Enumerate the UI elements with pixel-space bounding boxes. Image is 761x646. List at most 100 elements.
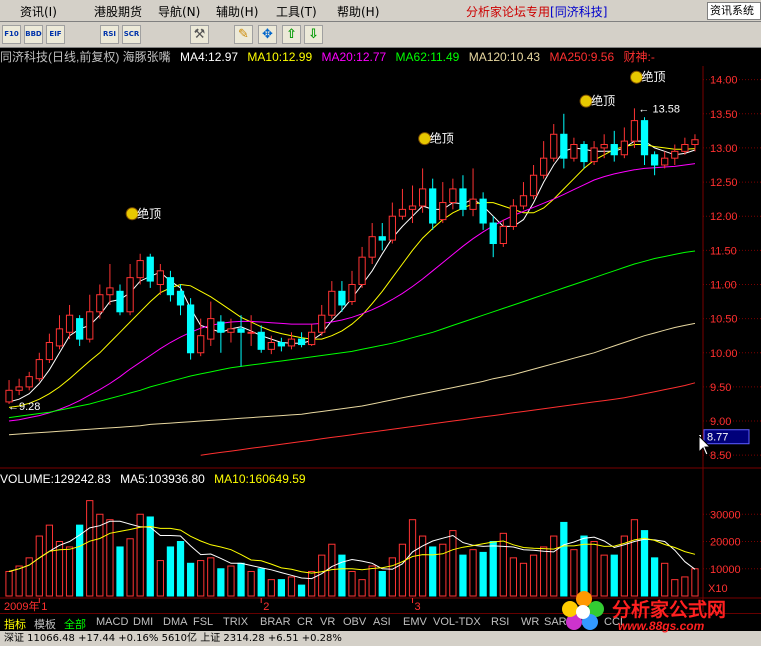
volume-bar xyxy=(540,546,548,597)
price-tick-label: 12.50 xyxy=(710,177,738,189)
candle-body xyxy=(35,359,43,380)
volume-bar xyxy=(499,532,507,597)
menu-item-info[interactable]: 资讯(I) xyxy=(20,3,57,20)
tab-trix[interactable]: TRIX xyxy=(223,616,248,628)
volume-bar xyxy=(166,546,175,597)
candle-body xyxy=(318,314,326,333)
menu-item-hk-futures[interactable]: 港股期货 xyxy=(94,3,142,20)
tab-obv[interactable]: OBV xyxy=(343,616,366,628)
candle-body xyxy=(45,342,54,361)
volume-bar xyxy=(207,557,215,597)
candle-body xyxy=(671,150,679,159)
menu-item-navigate[interactable]: 导航(N) xyxy=(158,3,200,20)
candle-body xyxy=(560,133,568,159)
arrow-up-icon[interactable]: ⇧ xyxy=(282,25,301,44)
volume-info-bar: VOLUME:129242.83 MA5:103936.80 MA10:1606… xyxy=(0,471,700,487)
info-system-button[interactable]: 资讯系统 xyxy=(707,2,761,20)
month-label: 2 xyxy=(263,601,269,613)
candle-body xyxy=(217,321,225,333)
signal-label: 绝顶 xyxy=(591,93,615,108)
tab-macd[interactable]: MACD xyxy=(96,616,128,628)
arrow-down-icon[interactable]: ⇩ xyxy=(304,25,323,44)
eif-button[interactable]: EIF xyxy=(46,25,65,44)
candle-body xyxy=(691,139,699,146)
candle-body xyxy=(186,304,195,354)
volume-bar xyxy=(106,519,114,597)
scr-button[interactable]: SCR xyxy=(122,25,141,44)
tab-vr[interactable]: VR xyxy=(320,616,335,628)
year-label: 2009年 xyxy=(4,599,39,613)
ma250-value: MA250:9.56 xyxy=(549,50,615,64)
candle-body xyxy=(106,287,114,296)
candle-body xyxy=(237,328,245,333)
ma4-value: MA4:12.97 xyxy=(180,50,239,64)
pencil-icon[interactable]: ✎ xyxy=(234,25,253,44)
volume-bar xyxy=(197,560,205,597)
menu-item-tools[interactable]: 工具(T) xyxy=(276,3,317,20)
candle-body xyxy=(519,195,528,207)
tab-all[interactable]: 全部 xyxy=(64,616,86,632)
tab-wr[interactable]: WR xyxy=(521,616,539,628)
volume-bar xyxy=(529,554,538,597)
status-bar: 深证 11066.48 +17.44 +0.16% 5610亿 上证 2314.… xyxy=(0,631,761,646)
candle-body xyxy=(439,202,447,221)
price-axis: 8.50 9.00 9.50 10.00 10.50 11.00 11.50 12.00 12.… xyxy=(698,75,750,595)
tab-indicator[interactable]: 指标 xyxy=(4,616,26,632)
candle-body xyxy=(610,144,618,156)
volume-bar xyxy=(176,541,185,597)
candle-body xyxy=(257,331,265,350)
tab-dma[interactable]: DMA xyxy=(163,616,187,628)
volume-bar xyxy=(227,565,235,597)
tab-dmi[interactable]: DMI xyxy=(133,616,153,628)
volume-bar xyxy=(76,524,84,597)
annotations: ←9.28 ← 13.58 xyxy=(8,103,680,413)
bbd-button[interactable]: BBD xyxy=(24,25,43,44)
tab-emv[interactable]: EMV xyxy=(403,616,427,628)
candle-body xyxy=(469,198,477,210)
candle-body xyxy=(126,277,134,313)
brand-label: 分析家论坛专用[同济科技] xyxy=(466,5,608,19)
tab-cr[interactable]: CR xyxy=(297,616,313,628)
volume-bar xyxy=(479,551,487,597)
candle-body xyxy=(15,386,23,391)
candle-body xyxy=(65,314,74,333)
candle-body xyxy=(540,157,548,176)
volume-bar xyxy=(267,579,275,597)
toolbar: F10 BBD EIF RSI SCR ⚒ ✎ ✥ ⇧ ⇩ xyxy=(0,22,761,48)
candle-body xyxy=(388,215,396,241)
volume-ma5-value: MA5:103936.80 xyxy=(120,472,205,486)
menu-item-help[interactable]: 帮助(H) xyxy=(337,3,379,20)
tab-fsl[interactable]: FSL xyxy=(193,616,213,628)
move-icon[interactable]: ✥ xyxy=(258,25,277,44)
flower-logo-icon xyxy=(562,591,604,630)
kline-chart[interactable]: 8.50 9.00 9.50 10.00 10.50 11.00 11.50 12.00 12.… xyxy=(0,0,761,646)
volume-bar xyxy=(449,530,457,597)
tab-vol-tdx[interactable]: VOL-TDX xyxy=(433,616,481,628)
candle-body xyxy=(640,120,649,156)
candle-body xyxy=(207,318,215,340)
candle-body xyxy=(287,338,296,347)
price-tick-label: 8.50 xyxy=(710,450,731,462)
rsi-button[interactable]: RSI xyxy=(100,25,119,44)
stock-title: 同济科技(日线,前复权) 海豚张嘴 xyxy=(0,50,171,64)
candle-body xyxy=(146,256,154,282)
tab-asi[interactable]: ASI xyxy=(373,616,391,628)
tools-icon[interactable]: ⚒ xyxy=(190,25,209,44)
tab-template[interactable]: 模板 xyxy=(34,616,56,632)
candle-body xyxy=(247,331,255,334)
tab-brar[interactable]: BRAR xyxy=(260,616,291,628)
tab-rsi[interactable]: RSI xyxy=(491,616,509,628)
candle-body xyxy=(489,222,497,245)
candle-body xyxy=(570,144,578,159)
candle-body xyxy=(650,154,659,166)
menu-item-assist[interactable]: 辅助(H) xyxy=(216,3,258,20)
volume-bar xyxy=(378,570,386,597)
candle-body xyxy=(590,147,598,163)
candle-body xyxy=(25,376,33,388)
candle-body xyxy=(338,290,346,306)
f10-button[interactable]: F10 xyxy=(2,25,21,44)
volume-bar xyxy=(217,568,225,597)
candle-body xyxy=(408,205,417,210)
ma62-value: MA62:11.49 xyxy=(395,50,460,64)
volume-bar xyxy=(318,554,326,597)
